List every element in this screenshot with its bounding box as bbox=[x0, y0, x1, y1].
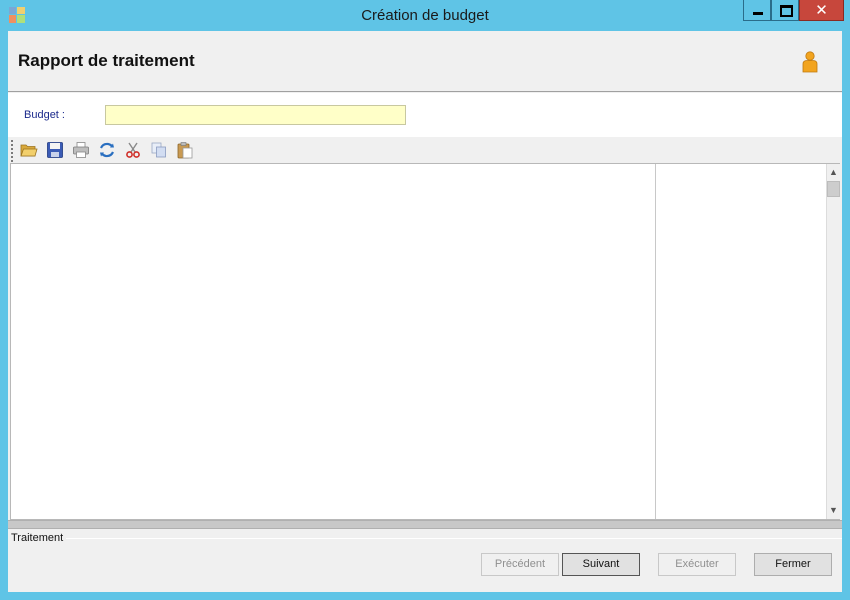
refresh-icon[interactable] bbox=[98, 141, 116, 159]
save-icon[interactable] bbox=[46, 141, 64, 159]
close-window-button[interactable]: ✕ bbox=[799, 0, 844, 21]
user-icon bbox=[802, 51, 818, 73]
scroll-up-icon[interactable]: ▲ bbox=[827, 165, 840, 180]
splitter-bar[interactable] bbox=[8, 520, 842, 529]
toolbar-grip[interactable] bbox=[11, 140, 13, 162]
next-button[interactable]: Suivant bbox=[562, 553, 640, 576]
previous-button[interactable]: Précédent bbox=[481, 553, 559, 576]
page-header: Rapport de traitement bbox=[8, 31, 842, 92]
scroll-down-icon[interactable]: ▼ bbox=[827, 503, 840, 518]
copy-icon[interactable] bbox=[150, 141, 168, 159]
page-title: Rapport de traitement bbox=[18, 51, 195, 70]
status-separator bbox=[66, 538, 842, 539]
vertical-scrollbar[interactable]: ▲ ▼ bbox=[826, 164, 840, 519]
client-area: Rapport de traitement Budget : ▲ ▼ Trait… bbox=[8, 31, 842, 592]
scroll-thumb[interactable] bbox=[827, 181, 840, 197]
maximize-button[interactable] bbox=[771, 0, 799, 21]
budget-form: Budget : bbox=[8, 93, 842, 137]
close-button[interactable]: Fermer bbox=[754, 553, 832, 576]
window-title: Création de budget bbox=[361, 7, 489, 24]
paste-icon[interactable] bbox=[176, 141, 194, 159]
report-pane[interactable]: ▲ ▼ bbox=[10, 163, 840, 520]
cut-icon[interactable] bbox=[124, 141, 142, 159]
title-bar[interactable]: Création de budget ✕ bbox=[0, 0, 850, 31]
application-window: Création de budget ✕ Rapport de traiteme… bbox=[0, 0, 850, 600]
minimize-button[interactable] bbox=[743, 0, 771, 21]
status-label: Traitement bbox=[11, 532, 64, 544]
budget-label: Budget : bbox=[24, 109, 65, 121]
toolbar bbox=[8, 137, 842, 163]
pane-divider[interactable] bbox=[655, 164, 656, 519]
close-icon: ✕ bbox=[815, 1, 828, 19]
budget-input[interactable] bbox=[105, 105, 406, 125]
open-folder-icon[interactable] bbox=[20, 141, 38, 159]
execute-button[interactable]: Exécuter bbox=[658, 553, 736, 576]
print-icon[interactable] bbox=[72, 141, 90, 159]
